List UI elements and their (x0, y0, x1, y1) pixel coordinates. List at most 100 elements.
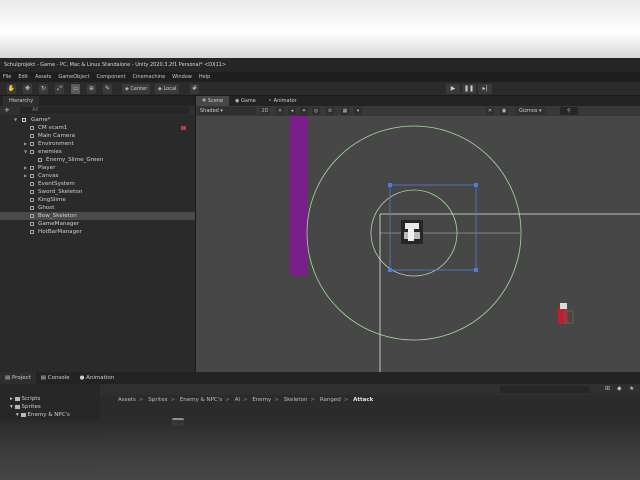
expand-icon[interactable]: ▼ (24, 148, 27, 156)
menu-help[interactable]: Help (199, 74, 210, 80)
breadcrumb-item[interactable]: Enemy & NPC's (180, 397, 222, 403)
bow-skeleton-sprite[interactable] (401, 220, 423, 244)
expand-icon[interactable]: ▼ (14, 116, 17, 124)
tree-row[interactable]: ▶ Canvas (0, 172, 195, 180)
filter-icon[interactable]: ⊞ (605, 385, 610, 392)
pivot-center-toggle[interactable]: ◈ Center (122, 84, 151, 94)
menu-window[interactable]: Window (172, 74, 192, 80)
grid-snap-icon[interactable]: # (190, 84, 199, 94)
hierarchy-search-input[interactable]: All (20, 107, 190, 114)
tree-row[interactable]: Enemy_Slime_Green (0, 156, 195, 164)
add-icon[interactable]: + (4, 106, 10, 115)
hidden-objects-icon[interactable]: ◎ (312, 107, 320, 115)
audio-icon[interactable]: ◂ (288, 107, 296, 115)
step-icon[interactable]: ▸| (478, 84, 492, 94)
tab-hierarchy[interactable]: Hierarchy (3, 96, 40, 106)
collapse-icon[interactable]: ▶ (24, 164, 27, 172)
tab-animator[interactable]: ⚬ Animator (262, 96, 303, 106)
tree-row-scene[interactable]: ▼ Game* (0, 116, 195, 124)
tree-row[interactable]: Sword_Skeleton (0, 188, 195, 196)
shading-dropdown[interactable]: Shaded ▾ (198, 107, 256, 115)
tree-row[interactable]: ▼ enemies (0, 148, 195, 156)
rect-icon[interactable]: ▭ (71, 84, 80, 94)
tree-row[interactable]: HotBarManager (0, 228, 195, 236)
project-search-input[interactable] (500, 386, 590, 393)
tree-row[interactable]: ▶ Player (0, 164, 195, 172)
favorite-icon[interactable]: ★ (629, 385, 634, 392)
breadcrumb-item[interactable]: Skeleton (284, 397, 308, 403)
menu-component[interactable]: Component (97, 74, 126, 80)
selection-handle[interactable] (474, 183, 478, 187)
pause-icon[interactable]: ❚❚ (462, 84, 476, 94)
scene-panel: # Scene ◉ Game ⚬ Animator Shaded ▾ 2D ☀ … (196, 96, 640, 372)
gameobject-icon (30, 150, 34, 154)
custom-icon[interactable]: ✎ (103, 84, 112, 94)
collapse-icon[interactable]: ▶ (24, 172, 27, 180)
tree-row[interactable]: GameManager (0, 220, 195, 228)
gizmos-label: Gizmos (519, 108, 538, 114)
menu-cinemachine[interactable]: Cinemachine (133, 74, 166, 80)
folder-label: Enemy & NPC's (27, 412, 70, 418)
label-icon[interactable]: ◆ (617, 385, 622, 392)
tab-game-label: Game (240, 98, 256, 104)
menu-gameobject[interactable]: GameObject (58, 74, 89, 80)
pivot-space-toggle[interactable]: ◈ Local (155, 84, 180, 94)
grid-icon[interactable]: ▦ (341, 107, 349, 115)
visibility-icon[interactable]: ⊘ (326, 107, 334, 115)
player-sprite[interactable] (558, 303, 574, 324)
breadcrumb-item[interactable]: Ranged (320, 397, 341, 403)
tab-animation-label: Animation (86, 375, 115, 381)
gizmos-dropdown[interactable]: Gizmos ▾ (516, 107, 545, 115)
breadcrumb-item[interactable]: AI (235, 397, 240, 403)
tree-row-label: GameManager (38, 221, 80, 227)
tab-game[interactable]: ◉ Game (229, 96, 262, 106)
folder-item[interactable]: ▸ Scripts (10, 395, 40, 403)
folder-label: Sprites (21, 404, 41, 410)
folder-item[interactable]: ▾ Sprites (10, 403, 41, 411)
selection-handle[interactable] (388, 268, 392, 272)
tab-animation[interactable]: ● Animation (75, 372, 120, 384)
tree-row[interactable]: CM vcam1 (0, 124, 195, 132)
scene-search-input[interactable]: ⚲ (560, 107, 578, 115)
breadcrumb-item[interactable]: Assets (118, 397, 136, 403)
tree-row-label: Main Camera (38, 133, 76, 139)
breadcrumb-item[interactable]: Enemy (252, 397, 271, 403)
menu-file[interactable]: File (3, 74, 11, 80)
folder-label: Scripts (21, 396, 41, 402)
camera-gizmo-icon (181, 126, 186, 130)
project-toolbar: ⊞ ◆ ★ (100, 384, 640, 395)
hand-icon[interactable]: ✋ (7, 84, 16, 94)
gameobject-icon (30, 174, 34, 178)
play-icon[interactable]: ▶ (446, 84, 460, 94)
scale-icon[interactable]: ⤢ (55, 84, 64, 94)
transform-icon[interactable]: ⊕ (87, 84, 96, 94)
move-icon[interactable]: ✥ (23, 84, 32, 94)
selection-handle[interactable] (474, 268, 478, 272)
tree-row-label: enemies (38, 149, 62, 155)
menu-edit[interactable]: Edit (18, 74, 28, 80)
menu-assets[interactable]: Assets (35, 74, 51, 80)
breadcrumb-item[interactable]: Sprites (148, 397, 167, 403)
rotate-icon[interactable]: ↻ (39, 84, 48, 94)
tab-project[interactable]: ▤ Project (0, 372, 36, 384)
effects-icon[interactable]: ✦ (300, 107, 308, 115)
tab-scene[interactable]: # Scene (196, 96, 230, 106)
tree-row[interactable]: Ghost (0, 204, 195, 212)
breadcrumb-item-current[interactable]: Attack (353, 397, 373, 403)
camera-icon[interactable]: ▣ (500, 107, 508, 115)
camera-settings-icon[interactable]: ▾ (354, 107, 362, 115)
tab-console[interactable]: ▤ Console (36, 372, 75, 384)
collapse-icon[interactable]: ▶ (24, 140, 27, 148)
tools-icon[interactable]: ✕ (486, 107, 494, 115)
scene-canvas[interactable] (196, 116, 640, 372)
hierarchy-toolbar: + All (0, 106, 195, 115)
tree-row[interactable]: KingSlime (0, 196, 195, 204)
tree-row-selected[interactable]: Bow_Skeleton (0, 212, 195, 220)
selection-handle[interactable] (388, 183, 392, 187)
folder-item[interactable]: ▾ Enemy & NPC's (16, 411, 70, 419)
lighting-icon[interactable]: ☀ (276, 107, 284, 115)
mode-2d-toggle[interactable]: 2D (260, 107, 270, 115)
tree-row[interactable]: ▶ Environment (0, 140, 195, 148)
tree-row[interactable]: EventSystem (0, 180, 195, 188)
tree-row[interactable]: Main Camera (0, 132, 195, 140)
